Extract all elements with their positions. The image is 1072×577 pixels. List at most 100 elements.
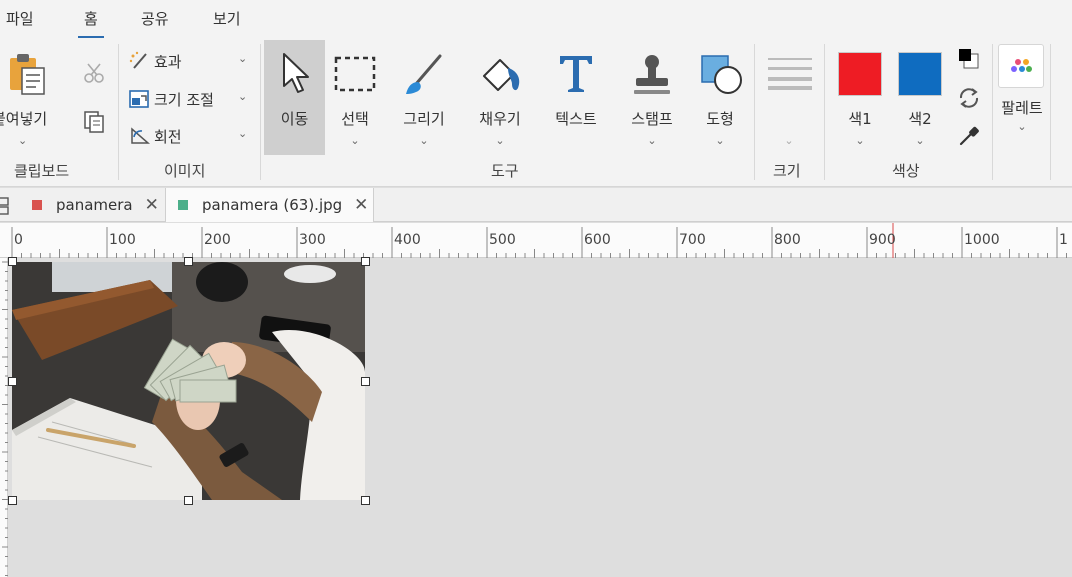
group-label-size: 크기 (773, 162, 801, 180)
resize-icon (129, 90, 149, 108)
divider (118, 44, 119, 180)
divider (992, 44, 993, 180)
ruler-label: 700 (679, 232, 706, 248)
color1-button[interactable]: 색1 ⌄ (832, 40, 888, 155)
chevron-down-icon: ⌄ (419, 134, 429, 147)
draw-tool[interactable]: 그리기 ⌄ (390, 40, 458, 155)
paint-bucket-icon (483, 59, 520, 91)
ruler-label: 1000 (964, 232, 1000, 248)
chevron-down-icon[interactable]: ⌄ (238, 52, 247, 65)
resize-handle[interactable] (8, 496, 17, 505)
chevron-down-icon[interactable]: ⌄ (238, 127, 247, 140)
tab-bar: panamera ✕ panamera (63).jpg ✕ (0, 188, 1072, 222)
stamp-label: 스탬프 (631, 110, 673, 128)
color2-swatch (898, 52, 942, 96)
select-tool[interactable]: 선택 ⌄ (325, 40, 385, 155)
color1-label: 색1 (848, 110, 872, 128)
rotate-label: 회전 (154, 127, 182, 146)
ruler-label: 300 (299, 232, 326, 248)
draw-label: 그리기 (403, 110, 445, 128)
text-t-icon (560, 56, 592, 92)
close-icon[interactable]: ✕ (145, 195, 159, 215)
cursor-arrow-icon (283, 53, 309, 93)
line-thickness-icon (768, 58, 812, 90)
group-label-image: 이미지 (164, 162, 206, 180)
effects-icon (129, 51, 147, 69)
shape-tool[interactable]: 도형 ⌄ (692, 40, 748, 155)
color1-swatch (838, 52, 882, 96)
divider (260, 44, 261, 180)
ruler-ticks (11, 223, 1067, 258)
stamp-icon (634, 55, 670, 94)
refresh-icon[interactable] (957, 86, 981, 110)
color2-label: 색2 (908, 110, 932, 128)
swap-colors-small-icon[interactable] (958, 48, 980, 70)
eyedropper-icon[interactable] (957, 124, 981, 148)
brush-icon (406, 54, 442, 94)
group-label-colors: 색상 (892, 162, 920, 180)
menu-file[interactable]: 파일 (6, 8, 34, 29)
menu-share[interactable]: 공유 (141, 8, 169, 29)
shapes-icon (701, 55, 742, 94)
move-tool[interactable]: 이동 (264, 40, 325, 155)
ruler-label: 100 (109, 232, 136, 248)
ruler-label: 800 (774, 232, 801, 248)
resize-handle[interactable] (361, 257, 370, 266)
chevron-down-icon: ⌄ (1017, 120, 1027, 133)
resize-label: 크기 조절 (154, 90, 214, 109)
color2-button[interactable]: 색2 ⌄ (892, 40, 948, 155)
ribbon: 붙여넣기 ⌄ 클립보드 효과 ⌄ 크기 조절 ⌄ (0, 40, 1072, 187)
group-label-clipboard: 클립보드 (14, 162, 70, 180)
rotate-icon (131, 127, 150, 144)
menu-view[interactable]: 보기 (213, 8, 241, 29)
canvas-image[interactable] (12, 262, 365, 500)
ruler-ticks (2, 261, 8, 576)
vertical-ruler (0, 258, 8, 577)
effects-label: 효과 (154, 52, 182, 71)
menu-home[interactable]: 홈 (78, 8, 104, 38)
rotate-button[interactable]: 회전 (128, 123, 182, 149)
ruler-label: 400 (394, 232, 421, 248)
divider (1050, 44, 1051, 180)
divider (754, 44, 755, 180)
resize-handle[interactable] (184, 257, 193, 266)
ruler-label: 600 (584, 232, 611, 248)
chevron-down-icon: ⌄ (350, 134, 360, 147)
fill-label: 채우기 (479, 110, 521, 128)
cut-icon[interactable] (83, 62, 105, 84)
chevron-down-icon: ⌄ (715, 134, 725, 147)
chevron-down-icon: ⌄ (915, 134, 925, 147)
chevron-down-icon: ⌄ (495, 134, 505, 147)
chevron-down-icon[interactable]: ⌄ (238, 90, 247, 103)
resize-handle[interactable] (8, 377, 17, 386)
ruler-label: 1 (1059, 232, 1068, 248)
tab-label: panamera (56, 196, 133, 214)
tab-panamera[interactable]: panamera ✕ (20, 188, 164, 222)
resize-handle[interactable] (361, 496, 370, 505)
palette-button[interactable]: 팔레트 ⌄ (996, 40, 1048, 155)
menu-bar: 파일 홈 공유 보기 (0, 0, 1072, 40)
chevron-down-icon: ⌄ (784, 134, 794, 147)
text-tool[interactable]: 텍스트 (544, 40, 608, 155)
copy-icon[interactable] (82, 110, 106, 134)
resize-button[interactable]: 크기 조절 (128, 86, 214, 112)
paste-button[interactable]: 붙여넣기 ⌄ (0, 40, 64, 155)
effects-button[interactable]: 효과 (128, 48, 182, 74)
resize-handle[interactable] (8, 257, 17, 266)
size-button[interactable]: ⌄ (760, 40, 818, 155)
stamp-tool[interactable]: 스탬프 ⌄ (622, 40, 682, 155)
fill-tool[interactable]: 채우기 ⌄ (468, 40, 532, 155)
palette-label: 팔레트 (1001, 99, 1043, 117)
move-label: 이동 (280, 110, 309, 128)
tab-panamera-63[interactable]: panamera (63).jpg ✕ (165, 188, 374, 222)
resize-handle[interactable] (361, 377, 370, 386)
tab-grid-icon[interactable] (0, 197, 10, 215)
shape-label: 도형 (706, 110, 734, 128)
close-icon[interactable]: ✕ (354, 195, 368, 215)
paste-label: 붙여넣기 (0, 110, 48, 128)
resize-handle[interactable] (184, 496, 193, 505)
chevron-down-icon: ⌄ (18, 134, 28, 147)
chevron-down-icon: ⌄ (647, 134, 657, 147)
group-label-tools: 도구 (491, 162, 519, 180)
text-label: 텍스트 (555, 110, 597, 128)
